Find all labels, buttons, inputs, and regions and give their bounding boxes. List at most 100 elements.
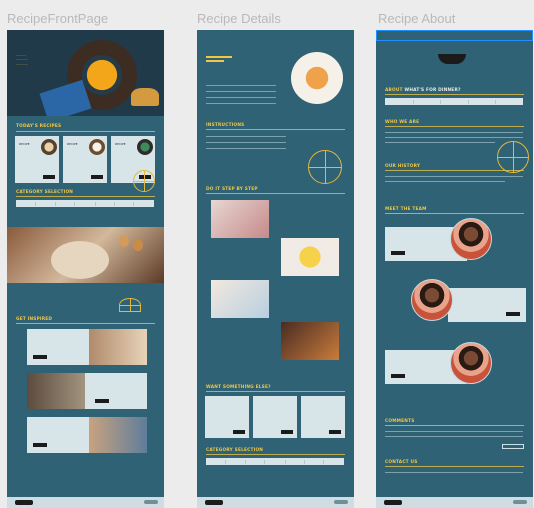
team-button[interactable] — [506, 312, 520, 316]
card-dish — [41, 139, 57, 155]
inspired-card[interactable] — [27, 329, 147, 365]
pan-logo-icon — [438, 54, 466, 64]
section-rule — [385, 126, 524, 127]
blue-cloth — [39, 79, 92, 116]
inspired-card[interactable] — [27, 417, 147, 453]
card-button[interactable] — [329, 430, 341, 434]
frame-title-front[interactable]: RecipeFrontPage — [7, 11, 108, 26]
category-bar[interactable] — [16, 200, 154, 207]
suggestion-card[interactable] — [301, 396, 345, 438]
lemon-icon — [308, 150, 342, 184]
ingredient-lines — [206, 97, 276, 98]
step-photo-1 — [211, 200, 269, 238]
team-button[interactable] — [391, 251, 405, 255]
history-text — [385, 181, 505, 182]
inspired-button[interactable] — [33, 443, 47, 447]
section-rule — [16, 131, 155, 132]
details-footer — [197, 497, 354, 508]
ingredient-lines — [206, 103, 276, 104]
card-label: RECIPE — [115, 142, 126, 146]
egg — [133, 239, 143, 251]
step-by-step-heading: DO IT STEP BY STEP — [206, 187, 258, 192]
todays-recipes-heading: TODAY'S RECIPES — [16, 124, 62, 129]
about-nav-bar[interactable] — [385, 98, 523, 105]
social-icons[interactable] — [144, 500, 158, 504]
get-inspired-heading: GET INSPIRED — [16, 317, 53, 322]
section-rule — [385, 213, 524, 214]
about-text — [385, 142, 495, 143]
team-avatar — [411, 279, 453, 321]
comment-text — [385, 431, 523, 432]
family-photo — [89, 329, 147, 365]
dough-ball — [51, 241, 109, 279]
lemon-half-icon — [119, 298, 141, 312]
recipe-title-block — [206, 56, 232, 70]
category-bar[interactable] — [206, 458, 344, 465]
about-text — [385, 132, 523, 133]
about-footer — [376, 497, 533, 508]
inspired-button[interactable] — [33, 355, 47, 359]
card-button[interactable] — [43, 175, 55, 179]
card-button[interactable] — [281, 430, 293, 434]
details-category-heading: CATEGORY SELECTION — [206, 448, 264, 453]
section-rule — [206, 391, 345, 392]
ingredient-lines — [206, 91, 276, 92]
suggestion-card[interactable] — [253, 396, 297, 438]
comment-button[interactable] — [502, 444, 524, 449]
lemon-icon — [497, 141, 529, 173]
instruction-text — [206, 142, 286, 143]
pan-logo-icon — [384, 500, 402, 505]
want-something-else-heading: WANT SOMETHING ELSE? — [206, 385, 271, 390]
category-selection-heading: CATEGORY SELECTION — [16, 190, 74, 195]
suggestion-card[interactable] — [205, 396, 249, 438]
comments-heading: COMMENTS — [385, 419, 415, 424]
card-button[interactable] — [233, 430, 245, 434]
card-dish — [137, 139, 153, 155]
section-rule — [385, 466, 524, 467]
who-we-are-heading: WHO WE ARE — [385, 120, 420, 125]
frame-title-about[interactable]: Recipe About — [378, 11, 455, 26]
frame-title-details[interactable]: Recipe Details — [197, 11, 281, 26]
team-button[interactable] — [391, 374, 405, 378]
card-dish — [89, 139, 105, 155]
step-photo-4 — [281, 322, 339, 360]
hero-image: _____ ______ ______ — [7, 30, 164, 116]
recipe-card[interactable]: RECIPE — [63, 136, 107, 183]
inspired-button[interactable] — [95, 399, 109, 403]
contact-text — [385, 472, 523, 473]
section-rule — [385, 425, 524, 426]
section-rule — [206, 129, 345, 130]
section-rule — [385, 94, 524, 95]
card-label: RECIPE — [67, 142, 78, 146]
step-photo-2 — [281, 238, 339, 276]
pan-logo-icon — [205, 500, 223, 505]
step-photo-3 — [211, 280, 269, 318]
comment-text — [385, 436, 523, 437]
instruction-text — [206, 148, 286, 149]
team-member-card[interactable] — [448, 288, 526, 322]
section-rule — [16, 196, 155, 197]
recipe-card[interactable]: RECIPE — [15, 136, 59, 183]
about-heading: ABOUT WHAT'S FOR DINNER? — [385, 88, 461, 93]
selected-header[interactable] — [376, 30, 533, 41]
kids-photo — [89, 417, 147, 453]
team-avatar — [450, 342, 492, 384]
chef-photo — [27, 373, 85, 409]
section-rule — [206, 193, 345, 194]
card-button[interactable] — [91, 175, 103, 179]
egg — [119, 235, 129, 247]
recipe-details-board[interactable]: INSTRUCTIONS DO IT STEP BY STEP WANT SOM… — [197, 30, 354, 508]
lemon-icon — [133, 170, 155, 192]
section-rule — [16, 323, 155, 324]
ingredient-lines — [206, 85, 276, 86]
social-icons[interactable] — [334, 500, 348, 504]
pancake-plate — [291, 52, 343, 104]
dough-image — [7, 227, 164, 283]
social-icons[interactable] — [513, 500, 527, 504]
recipe-about-board[interactable]: ABOUT WHAT'S FOR DINNER? WHO WE ARE OUR … — [376, 30, 533, 508]
front-page-board[interactable]: _____ ______ ______ TODAY'S RECIPES RECI… — [7, 30, 164, 508]
card-label: RECIPE — [19, 142, 30, 146]
instruction-text — [206, 136, 286, 137]
inspired-card[interactable] — [27, 373, 147, 409]
our-history-heading: OUR HISTORY — [385, 164, 421, 169]
